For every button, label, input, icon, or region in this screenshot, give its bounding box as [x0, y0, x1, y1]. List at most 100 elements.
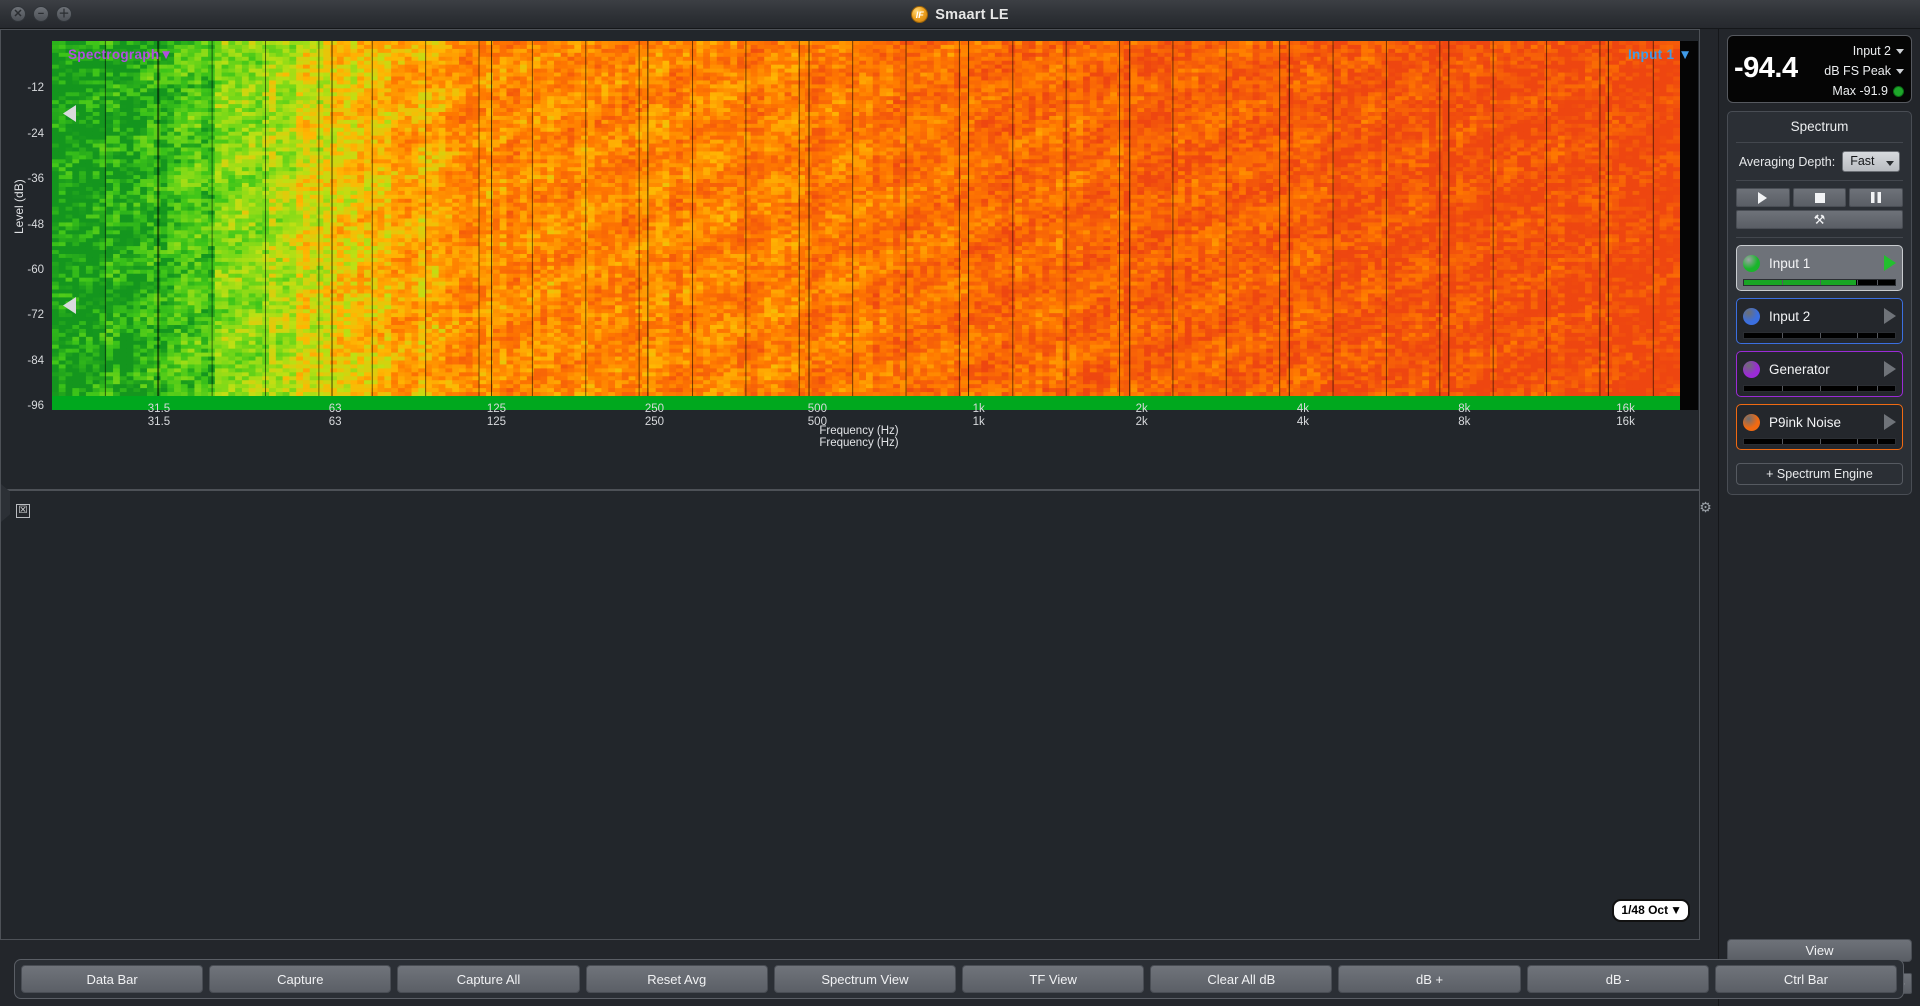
meter-input-label: Input 2 [1853, 44, 1891, 58]
divider [1736, 237, 1903, 238]
x-axis-tick: 500 [808, 403, 827, 415]
y-axis-tick: -48 [0, 219, 44, 231]
x-axis-tick: 1k [973, 403, 985, 415]
y-axis-tick: -12 [0, 82, 44, 94]
toolbar-button-tf-view[interactable]: TF View [962, 965, 1145, 993]
engine-play-icon[interactable] [1884, 308, 1896, 324]
engine-level-tick [1819, 439, 1821, 444]
engine-level-tick [1781, 333, 1783, 338]
spectrograph-resolution-value: 1/48 Oct [1621, 903, 1668, 917]
engine-level-tick [1876, 280, 1878, 285]
x-axis-tick: 63 [329, 403, 342, 415]
averaging-depth-row: Averaging Depth: Fast [1728, 143, 1911, 180]
spectrograph-source-label[interactable]: Input 1 ▼ [1628, 47, 1692, 62]
averaging-depth-select[interactable]: Fast [1842, 151, 1901, 172]
close-icon[interactable]: ✕ [10, 6, 26, 22]
averaging-depth-label: Averaging Depth: [1739, 155, 1835, 169]
meter-input-selector[interactable]: Input 2 [1824, 41, 1904, 61]
engine-header: Generator [1743, 357, 1896, 381]
tools-button[interactable]: ⚒ [1736, 210, 1903, 229]
toolbar-button-reset-avg[interactable]: Reset Avg [585, 965, 768, 993]
toolbar-button-spectrum-view[interactable]: Spectrum View [773, 965, 957, 993]
meter-scale-selector[interactable]: dB FS Peak [1824, 61, 1904, 81]
play-button[interactable] [1736, 188, 1790, 207]
engine-row-generator[interactable]: Generator [1736, 351, 1903, 397]
y-axis-tick: -60 [0, 264, 44, 276]
engine-level-bar [1743, 279, 1896, 286]
engine-level-tick [1857, 333, 1859, 338]
x-axis-tick: 31.5 [148, 416, 170, 428]
spectrograph-resolution-badge[interactable]: 1/48 Oct ▼ [1612, 899, 1690, 922]
engine-level-tick [1781, 439, 1783, 444]
toolbar-button-db[interactable]: dB + [1338, 965, 1521, 993]
spectrum-gear-icon[interactable]: ⚙ [1698, 500, 1713, 515]
pause-icon [1871, 192, 1882, 203]
toolbar-button-data-bar[interactable]: Data Bar [21, 965, 204, 993]
engine-color-icon [1743, 254, 1760, 272]
chevron-down-icon [1886, 161, 1895, 166]
maximize-icon[interactable]: ＋ [56, 6, 72, 22]
chevron-down-icon: ▼ [1670, 903, 1682, 917]
x-axis-tick: 2k [1136, 416, 1148, 428]
spectrum-close-button[interactable]: ☒ [16, 504, 30, 518]
meter-max-row: Max -91.9 [1824, 81, 1904, 101]
toolbar-button-capture-all[interactable]: Capture All [397, 965, 580, 993]
engine-level-tick [1819, 333, 1821, 338]
level-meter-rows: Input 2 dB FS Peak Max -91.9 [1824, 41, 1904, 101]
x-axis-tick: 63 [329, 416, 342, 428]
y-axis-tick: -72 [0, 309, 44, 321]
engine-level-tick [1876, 333, 1878, 338]
transport-controls [1736, 188, 1904, 207]
engine-play-icon[interactable] [1884, 255, 1896, 271]
play-icon [1758, 191, 1768, 204]
engine-play-icon[interactable] [1884, 414, 1896, 430]
minimize-icon[interactable]: − [33, 6, 49, 22]
engine-color-icon [1743, 307, 1760, 325]
x-axis-tick: 250 [645, 416, 664, 428]
engine-row-input-1[interactable]: Input 1 [1736, 245, 1903, 291]
engine-name: Input 1 [1769, 256, 1875, 271]
toolbar-button-db[interactable]: dB - [1526, 965, 1709, 993]
stop-button[interactable] [1792, 188, 1847, 207]
averaging-depth-value: Fast [1850, 154, 1874, 168]
spectrograph-x-ticks: 31.5 63 125 250 500 1k 2k 4k 8k 16k [52, 403, 1698, 417]
engine-level-tick [1819, 386, 1821, 391]
engine-row-input-2[interactable]: Input 2 [1736, 298, 1903, 344]
x-axis-tick: 125 [487, 416, 506, 428]
right-sidebar: -94.4 Input 2 dB FS Peak Max -91.9 Spect… [1718, 29, 1920, 1006]
smaart-logo-icon: IF [911, 6, 929, 23]
status-indicator-icon [1893, 85, 1904, 97]
pause-button[interactable] [1849, 188, 1904, 207]
stop-icon [1814, 192, 1825, 203]
spectrum-x-axis-title: Frequency (Hz) [819, 437, 898, 449]
x-axis-tick: 250 [645, 403, 664, 415]
x-axis-tick: 2k [1136, 403, 1148, 415]
engine-play-icon[interactable] [1884, 361, 1896, 377]
engine-level-tick [1857, 280, 1859, 285]
x-axis-tick: 16k [1616, 403, 1635, 415]
engine-level-tick [1819, 280, 1821, 285]
engine-level-tick [1857, 386, 1859, 391]
level-meter[interactable]: -94.4 Input 2 dB FS Peak Max -91.9 [1727, 35, 1912, 103]
divider [1736, 180, 1903, 181]
add-spectrum-engine-button[interactable]: + Spectrum Engine [1736, 463, 1903, 485]
engine-level-tick [1781, 386, 1783, 391]
x-axis-tick: 1k [973, 416, 985, 428]
workspace: Level (dB) -12-24-36-48-60-72-84-96 RTA▼… [0, 29, 1718, 1006]
engine-list: Input 1 Input 2 Generator P9ink Noise [1728, 245, 1911, 454]
spectrograph-canvas[interactable] [52, 41, 1698, 396]
y-axis-tick: -96 [0, 400, 44, 412]
spectrum-panel-title: Spectrum [1728, 112, 1911, 142]
toolbar-button-capture[interactable]: Capture [209, 965, 392, 993]
engine-row-p9ink-noise[interactable]: P9ink Noise [1736, 404, 1903, 450]
x-axis-tick: 125 [487, 403, 506, 415]
x-axis-tick: 8k [1458, 403, 1470, 415]
engine-level-fill [1744, 280, 1856, 285]
y-axis-tick: -36 [0, 173, 44, 185]
toolbar-button-clear-all-db[interactable]: Clear All dB [1150, 965, 1333, 993]
level-meter-value: -94.4 [1734, 52, 1798, 85]
spectrograph-mode-label[interactable]: Spectrograph▼ [68, 47, 173, 62]
engine-level-bar [1743, 332, 1896, 339]
bottom-toolbar: Data Bar Capture Capture All Reset Avg Spect… [14, 959, 1904, 999]
toolbar-button-ctrl-bar[interactable]: Ctrl Bar [1714, 965, 1898, 993]
